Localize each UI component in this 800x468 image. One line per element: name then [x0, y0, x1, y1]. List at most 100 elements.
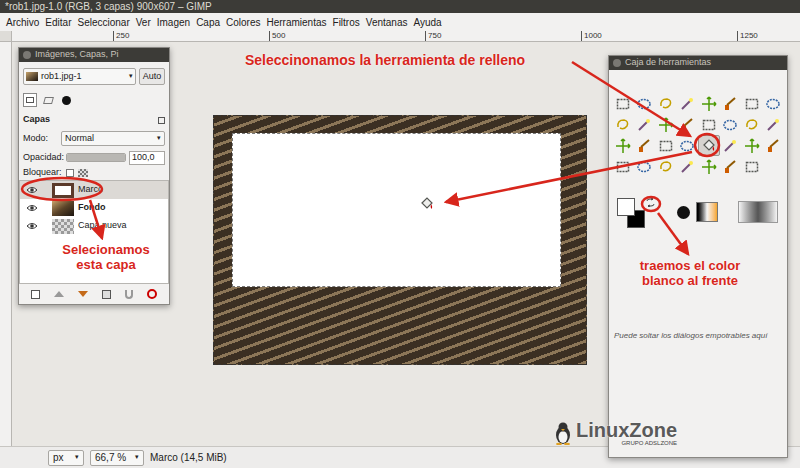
opacity-slider[interactable] [66, 153, 126, 162]
tool-button[interactable] [698, 135, 720, 156]
tool-button[interactable] [698, 114, 720, 135]
visibility-toggle[interactable] [26, 203, 38, 213]
tool-button[interactable] [720, 135, 742, 156]
tool-button[interactable] [634, 93, 656, 114]
menu-icon[interactable] [158, 117, 165, 124]
tool-button[interactable] [655, 114, 677, 135]
tool-button[interactable] [655, 135, 677, 156]
tool-button[interactable] [741, 114, 763, 135]
tool-button[interactable] [763, 114, 785, 135]
mode-select[interactable]: Normal▾ [61, 131, 165, 146]
menu-item[interactable]: Filtros [333, 15, 360, 30]
eye-icon[interactable] [26, 185, 38, 195]
tool-button[interactable] [720, 93, 742, 114]
arrow-icon: ▾ [75, 452, 79, 463]
image[interactable] [213, 115, 587, 365]
close-icon[interactable] [613, 59, 621, 67]
paths-tab-icon[interactable] [59, 93, 73, 107]
tool-icon [765, 138, 781, 154]
tool-button[interactable] [741, 93, 763, 114]
watermark-text: LinuxZoneGRUPO ADSLZONE [576, 420, 677, 446]
tool-button[interactable] [763, 93, 785, 114]
toolbox-window[interactable]: Caja de herramientasPuede soltar los diá… [608, 55, 788, 458]
menu-bar: Archivo Editar Seleccionar Ver Imagen Capa Col… [0, 13, 800, 31]
close-icon[interactable] [23, 51, 31, 59]
brush-preview[interactable] [677, 202, 718, 222]
menu-item[interactable]: Ventanas [366, 15, 408, 30]
tool-button[interactable] [612, 156, 634, 177]
layers-tab-icon[interactable] [23, 93, 37, 107]
pattern-preview[interactable] [738, 201, 778, 223]
unit-select[interactable]: px▾ [48, 450, 84, 466]
eye-icon[interactable] [26, 203, 38, 213]
horizontal-ruler: 25050075010001250 [12, 31, 800, 41]
annotation-layer: Selecionamos esta capa [50, 242, 162, 272]
ruler-corner [0, 31, 12, 41]
zoom-select[interactable]: 66,7 %▾ [90, 450, 144, 466]
swap-colors-icon[interactable] [646, 198, 655, 207]
tool-button[interactable] [677, 156, 699, 177]
ruler-row: 25050075010001250 [0, 31, 800, 42]
menu-item[interactable]: Herramientas [267, 15, 327, 30]
tool-icon [679, 117, 695, 133]
raise-icon[interactable] [54, 291, 64, 297]
lock-checkbox[interactable] [66, 169, 74, 177]
arrow-icon: ▾ [129, 71, 133, 82]
tool-button[interactable] [698, 93, 720, 114]
menu-item[interactable]: Seleccionar [77, 15, 129, 30]
menu-item[interactable]: Ver [136, 15, 151, 30]
anchor-icon[interactable] [125, 290, 133, 299]
dock-title-bar[interactable]: Imágenes, Capas, Pi [19, 48, 169, 62]
fg-bg-colors[interactable] [617, 198, 657, 230]
menu-item[interactable]: Colores [226, 15, 260, 30]
annotation-arrows [0, 0, 800, 468]
visibility-toggle[interactable] [26, 221, 38, 231]
layer-name: Capa nueva [78, 219, 127, 233]
layer-row[interactable]: Capa nueva [20, 217, 168, 235]
tool-button[interactable] [763, 135, 785, 156]
layer-row[interactable]: Marco [20, 181, 168, 199]
new-layer-icon[interactable] [31, 290, 40, 299]
annotation-tool: Seleccinonamos la herramienta de relleno [245, 50, 525, 71]
image-select[interactable]: rob1.jpg-1▾ [23, 68, 136, 85]
tool-icon [615, 117, 631, 133]
tool-button[interactable] [741, 135, 763, 156]
layer-row[interactable]: Fondo [20, 199, 168, 217]
foreground-color[interactable] [617, 198, 635, 216]
tool-button[interactable] [634, 114, 656, 135]
auto-button[interactable]: Auto [139, 68, 165, 85]
tool-button[interactable] [677, 114, 699, 135]
tool-button[interactable] [634, 135, 656, 156]
filled-selection[interactable] [232, 133, 561, 287]
eye-icon[interactable] [26, 221, 38, 231]
ruler-label: 1250 [737, 31, 800, 41]
menu-item[interactable]: Ayuda [413, 15, 441, 30]
tool-button[interactable] [677, 135, 699, 156]
visibility-toggle[interactable] [26, 185, 38, 195]
ruler-label: 750 [425, 31, 581, 41]
menu-item[interactable]: Imagen [157, 15, 190, 30]
menu-item[interactable]: Capa [196, 15, 220, 30]
tool-button[interactable] [655, 156, 677, 177]
tool-button[interactable] [741, 156, 763, 177]
tool-button[interactable] [677, 93, 699, 114]
tool-button[interactable] [612, 93, 634, 114]
menu-item[interactable]: Archivo [6, 15, 39, 30]
menu-item[interactable]: Editar [45, 15, 71, 30]
tool-button[interactable] [634, 156, 656, 177]
tool-button[interactable] [612, 114, 634, 135]
alpha-lock-icon [78, 169, 88, 177]
opacity-value[interactable]: 100,0 [129, 151, 165, 165]
toolbox-title-bar[interactable]: Caja de herramientas [609, 56, 787, 70]
duplicate-icon[interactable] [102, 290, 111, 299]
delete-icon[interactable] [147, 289, 157, 299]
lower-icon[interactable] [78, 291, 88, 297]
tool-button[interactable] [720, 114, 742, 135]
tool-button[interactable] [612, 135, 634, 156]
tool-button[interactable] [655, 93, 677, 114]
tool-button[interactable] [698, 156, 720, 177]
tool-button[interactable] [720, 156, 742, 177]
channels-tab-icon[interactable] [41, 93, 55, 107]
tool-icon [765, 117, 781, 133]
bucket-fill-icon [419, 196, 435, 212]
